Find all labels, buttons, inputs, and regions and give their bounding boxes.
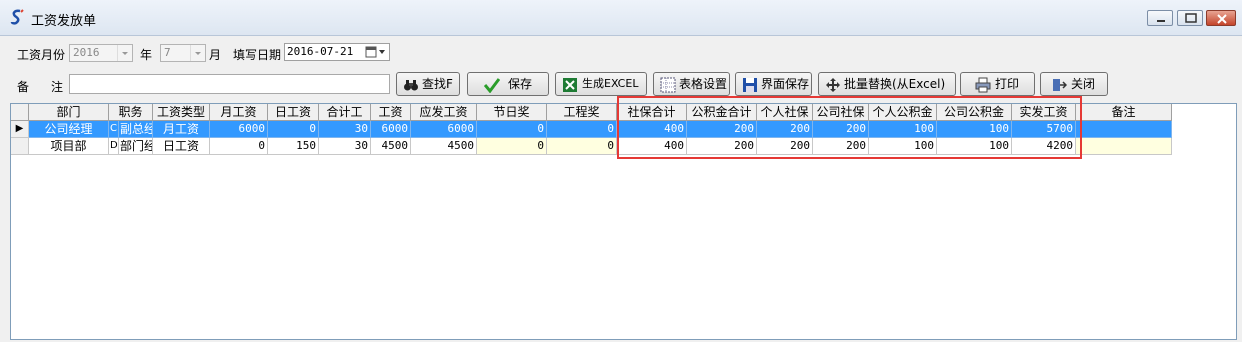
- cell-remark[interactable]: [1076, 121, 1172, 138]
- chevron-down-icon: [190, 45, 205, 61]
- fill-date-value: 2016-07-21: [287, 45, 354, 58]
- window-title: 工资发放单: [31, 14, 97, 29]
- cell-salary-type[interactable]: 日工资: [153, 138, 210, 155]
- column-header[interactable]: 工资: [371, 104, 411, 121]
- highlight-box: [617, 96, 1082, 159]
- month-unit-label: 月: [209, 48, 222, 62]
- cell-post-code[interactable]: C: [109, 121, 119, 138]
- title-bar: 工资发放单: [0, 0, 1242, 36]
- cell-project-bonus[interactable]: 0: [547, 121, 617, 138]
- batch-replace-button[interactable]: 批量替换(从Excel): [818, 72, 956, 96]
- row-indicator[interactable]: [11, 138, 29, 155]
- column-header[interactable]: 工资类型: [153, 104, 210, 121]
- cell-project-bonus[interactable]: 0: [547, 138, 617, 155]
- find-button[interactable]: 查找F: [396, 72, 460, 96]
- maximize-icon: [1185, 13, 1197, 23]
- column-header[interactable]: 应发工资: [411, 104, 477, 121]
- cell-work-days[interactable]: 30: [319, 138, 371, 155]
- column-header[interactable]: 节日奖: [477, 104, 547, 121]
- move-arrows-icon: [826, 78, 840, 92]
- binoculars-icon: [404, 80, 418, 91]
- cell-wage[interactable]: 6000: [371, 121, 411, 138]
- close-icon: [1217, 14, 1227, 24]
- remark-input[interactable]: [69, 74, 390, 94]
- maximize-button[interactable]: [1177, 10, 1203, 26]
- calendar-dropdown-icon: [365, 46, 385, 58]
- cell-daily-wage[interactable]: 0: [268, 121, 319, 138]
- floppy-disk-icon: [743, 78, 757, 92]
- cell-dept[interactable]: 公司经理: [29, 121, 109, 138]
- cell-salary-type[interactable]: 月工资: [153, 121, 210, 138]
- cell-gross-pay[interactable]: 6000: [411, 121, 477, 138]
- cell-gross-pay[interactable]: 4500: [411, 138, 477, 155]
- cell-monthly-wage[interactable]: 0: [210, 138, 268, 155]
- column-header[interactable]: 日工资: [268, 104, 319, 121]
- app-logo-icon: [10, 9, 24, 25]
- print-button[interactable]: 打印: [960, 72, 1035, 96]
- year-select-value: 2016: [73, 46, 100, 59]
- save-button[interactable]: 保存: [467, 72, 549, 96]
- printer-icon: [975, 77, 991, 93]
- column-header[interactable]: 部门: [29, 104, 109, 121]
- remark-label-char1: 备: [17, 80, 30, 94]
- close-label: 关闭: [1071, 77, 1096, 91]
- cell-post[interactable]: 部门经: [119, 138, 153, 155]
- month-select[interactable]: 7: [160, 44, 206, 62]
- table-settings-button[interactable]: 表格设置: [653, 72, 730, 96]
- minimize-icon: [1157, 20, 1165, 22]
- table-settings-label: 表格设置: [679, 77, 728, 91]
- exit-door-icon: [1053, 79, 1067, 91]
- row-indicator[interactable]: ▶: [11, 121, 29, 138]
- close-button[interactable]: 关闭: [1040, 72, 1108, 96]
- cell-festival-bonus[interactable]: 0: [477, 121, 547, 138]
- year-unit-label: 年: [140, 48, 153, 62]
- row-header-corner: [11, 104, 29, 121]
- cell-dept[interactable]: 项目部: [29, 138, 109, 155]
- remark-label-char2: 注: [51, 80, 64, 94]
- close-window-button[interactable]: [1206, 10, 1236, 26]
- cell-wage[interactable]: 4500: [371, 138, 411, 155]
- column-header[interactable]: 工程奖: [547, 104, 617, 121]
- year-select[interactable]: 2016: [69, 44, 133, 62]
- cell-post-code[interactable]: D: [109, 138, 119, 155]
- checkmark-icon: [484, 78, 500, 93]
- column-header[interactable]: 月工资: [210, 104, 268, 121]
- find-label: 查找F: [422, 77, 453, 91]
- salary-month-label: 工资月份: [17, 48, 66, 62]
- save-label: 保存: [508, 77, 533, 91]
- save-layout-label: 界面保存: [761, 77, 810, 91]
- column-header[interactable]: 合计工: [319, 104, 371, 121]
- cell-monthly-wage[interactable]: 6000: [210, 121, 268, 138]
- save-layout-button[interactable]: 界面保存: [735, 72, 812, 96]
- fill-date-label: 填写日期: [233, 48, 282, 62]
- chevron-down-icon: [117, 45, 132, 61]
- cell-remark[interactable]: [1076, 138, 1172, 155]
- cell-daily-wage[interactable]: 150: [268, 138, 319, 155]
- table-grid-icon: [660, 77, 676, 93]
- cell-post[interactable]: 副总经: [119, 121, 153, 138]
- print-label: 打印: [995, 77, 1020, 91]
- cell-festival-bonus[interactable]: 0: [477, 138, 547, 155]
- excel-icon: [563, 78, 577, 92]
- export-excel-label: 生成EXCEL: [582, 77, 639, 90]
- month-select-value: 7: [164, 46, 171, 59]
- column-header[interactable]: 备注: [1076, 104, 1172, 121]
- column-header[interactable]: 职务: [109, 104, 153, 121]
- fill-date-picker[interactable]: 2016-07-21: [284, 43, 390, 61]
- batch-replace-label: 批量替换(从Excel): [844, 77, 946, 91]
- export-excel-button[interactable]: 生成EXCEL: [555, 72, 647, 96]
- cell-work-days[interactable]: 30: [319, 121, 371, 138]
- minimize-button[interactable]: [1147, 10, 1173, 26]
